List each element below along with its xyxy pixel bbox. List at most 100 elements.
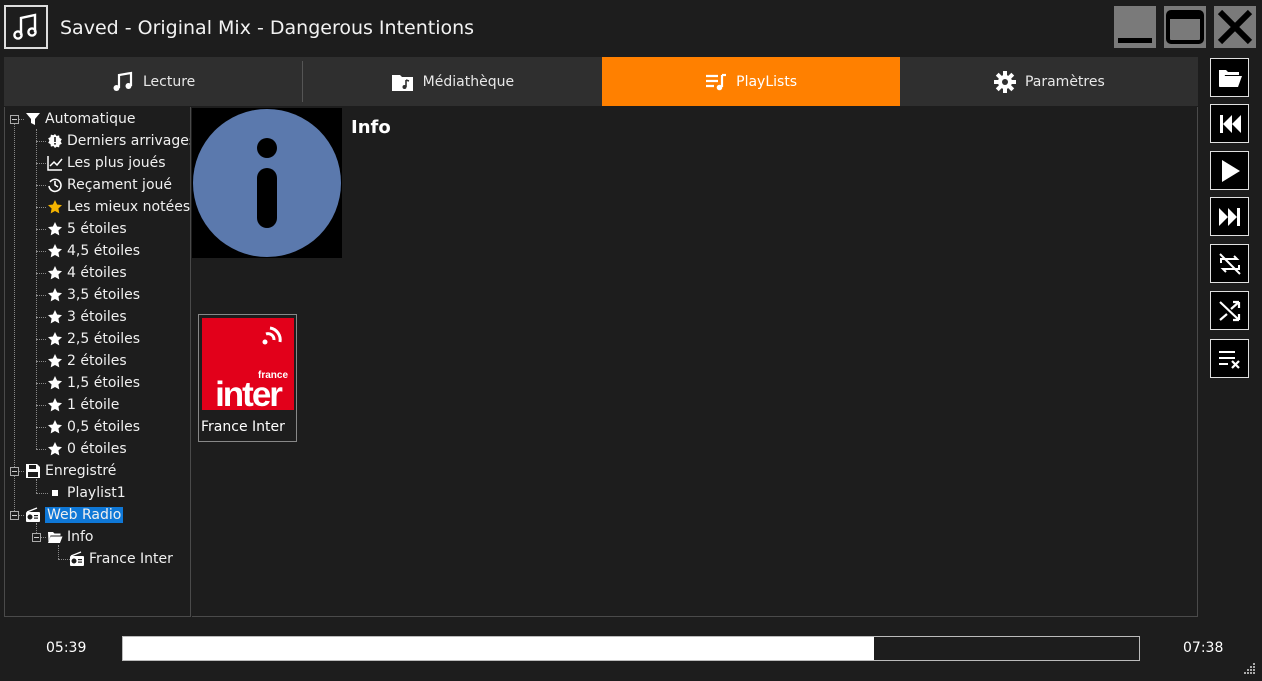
tree-item-rating[interactable]: 2 étoiles (47, 351, 127, 371)
station-label: France Inter (201, 419, 285, 435)
star-icon (48, 398, 62, 412)
tree-item-label: Les mieux notées (67, 199, 191, 215)
open-folder-button[interactable] (1210, 58, 1249, 97)
save-disk-icon (26, 464, 40, 478)
history-icon (48, 178, 62, 193)
next-icon (1218, 207, 1240, 226)
playlist-icon (706, 73, 727, 90)
tree-node-automatique[interactable]: Automatique (25, 109, 135, 129)
collapse-web-radio-toggle[interactable] (10, 511, 19, 520)
tree-item-label: Les plus joués (67, 155, 166, 171)
tab-label: PlayLists (736, 73, 798, 90)
music-note-icon (113, 71, 133, 91)
playlist-content-area (192, 107, 1198, 617)
tree-node-label: Enregistré (45, 463, 117, 479)
tree-item-label: 0 étoiles (67, 441, 127, 457)
square-bullet-icon (52, 490, 58, 496)
tree-item-france-inter[interactable]: France Inter (69, 549, 173, 569)
logo-big-text: inter (215, 375, 283, 410)
tree-item-plus-joues[interactable]: Les plus joués (47, 153, 166, 173)
station-card[interactable]: france inter France Inter (198, 314, 297, 442)
minimize-button[interactable] (1114, 6, 1156, 48)
radio-icon (26, 507, 40, 522)
tab-parametres[interactable]: Paramètres (900, 57, 1198, 106)
tree-item-recemment-joue[interactable]: Reçament joué (47, 175, 172, 195)
shuffle-icon (1218, 300, 1240, 321)
info-tile (192, 108, 342, 258)
tree-node-info[interactable]: Info (47, 527, 94, 547)
collapse-enregistre-toggle[interactable] (10, 467, 19, 476)
star-icon (48, 332, 62, 346)
tree-item-rating[interactable]: 5 étoiles (47, 219, 127, 239)
play-icon (1221, 159, 1240, 182)
tree-node-label: Info (67, 529, 94, 545)
clear-playlist-icon (1218, 350, 1240, 369)
tab-label: Paramètres (1024, 73, 1105, 90)
open-folder-icon (48, 532, 63, 543)
info-icon (193, 109, 341, 257)
tree-item-rating[interactable]: 0 étoiles (47, 439, 127, 459)
total-time: 07:38 (1183, 640, 1224, 656)
tab-mediatheque[interactable]: Médiathèque (303, 57, 601, 106)
tree-item-label: Derniers arrivages (67, 133, 191, 149)
repeat-off-icon (1218, 252, 1241, 275)
tree-item-label: 4 étoiles (67, 265, 127, 281)
tab-label: Médiathèque (422, 73, 515, 90)
tree-item-label: France Inter (89, 551, 173, 567)
play-button[interactable] (1210, 151, 1249, 190)
tree-item-label: 1,5 étoiles (67, 375, 141, 391)
tab-label: Lecture (142, 73, 196, 90)
resize-grip-icon[interactable] (1242, 661, 1256, 675)
star-icon (48, 354, 62, 368)
tree-item-rating[interactable]: 4,5 étoiles (47, 241, 140, 261)
star-icon (48, 244, 62, 258)
radio-icon (70, 551, 84, 566)
previous-button[interactable] (1210, 104, 1249, 143)
close-icon (1217, 9, 1253, 45)
main-tabs: Lecture Médiathèque PlayLists Paramètres (4, 57, 1198, 106)
tree-item-label: 2 étoiles (67, 353, 127, 369)
seek-bar[interactable] (122, 636, 1140, 661)
collapse-info-toggle[interactable] (32, 533, 41, 542)
tree-node-enregistre[interactable]: Enregistré (25, 461, 116, 481)
tree-node-web-radio[interactable]: Web Radio (25, 505, 124, 525)
music-folder-icon (391, 74, 413, 91)
tree-item-label: 3 étoiles (67, 309, 127, 325)
tree-item-playlist1[interactable]: Playlist1 (47, 483, 126, 503)
tree-item-mieux-notees[interactable]: Les mieux notées (47, 197, 190, 217)
close-button[interactable] (1214, 6, 1256, 48)
repeat-button[interactable] (1210, 244, 1249, 283)
collapse-automatique-toggle[interactable] (10, 115, 19, 124)
tree-node-label: Web Radio (45, 507, 124, 523)
next-button[interactable] (1210, 197, 1249, 236)
tree-item-label: Playlist1 (67, 485, 126, 501)
star-icon (48, 310, 62, 324)
app-music-icon (4, 5, 48, 49)
tree-item-rating[interactable]: 4 étoiles (47, 263, 127, 283)
maximize-button[interactable] (1164, 6, 1206, 48)
tree-item-rating[interactable]: 2,5 étoiles (47, 329, 140, 349)
tree-item-label: 0,5 étoiles (67, 419, 141, 435)
tab-playlists[interactable]: PlayLists (601, 57, 900, 106)
seek-bar-fill (123, 637, 874, 660)
tree-item-rating[interactable]: 0,5 étoiles (47, 417, 140, 437)
star-icon (48, 420, 62, 434)
chart-line-icon (47, 156, 63, 171)
tree-item-derniers-arrivages[interactable]: Derniers arrivages (47, 131, 191, 151)
tree-node-label: Automatique (45, 111, 136, 127)
tree-item-label: 5 étoiles (67, 221, 127, 237)
tab-lecture[interactable]: Lecture (4, 57, 302, 106)
tree-item-label: 1 étoile (67, 397, 120, 413)
shuffle-button[interactable] (1210, 291, 1249, 330)
clear-playlist-button[interactable] (1210, 339, 1249, 378)
tree-item-rating[interactable]: 3,5 étoiles (47, 285, 140, 305)
tree-item-label: 4,5 étoiles (67, 243, 141, 259)
tree-item-rating[interactable]: 3 étoiles (47, 307, 127, 327)
tree-item-rating[interactable]: 1 étoile (47, 395, 119, 415)
tree-item-rating[interactable]: 1,5 étoiles (47, 373, 140, 393)
star-icon (48, 266, 62, 280)
elapsed-time: 05:39 (46, 640, 87, 656)
tree-item-label: Reçament joué (67, 177, 172, 193)
star-icon (48, 376, 62, 390)
filter-icon (26, 113, 40, 125)
